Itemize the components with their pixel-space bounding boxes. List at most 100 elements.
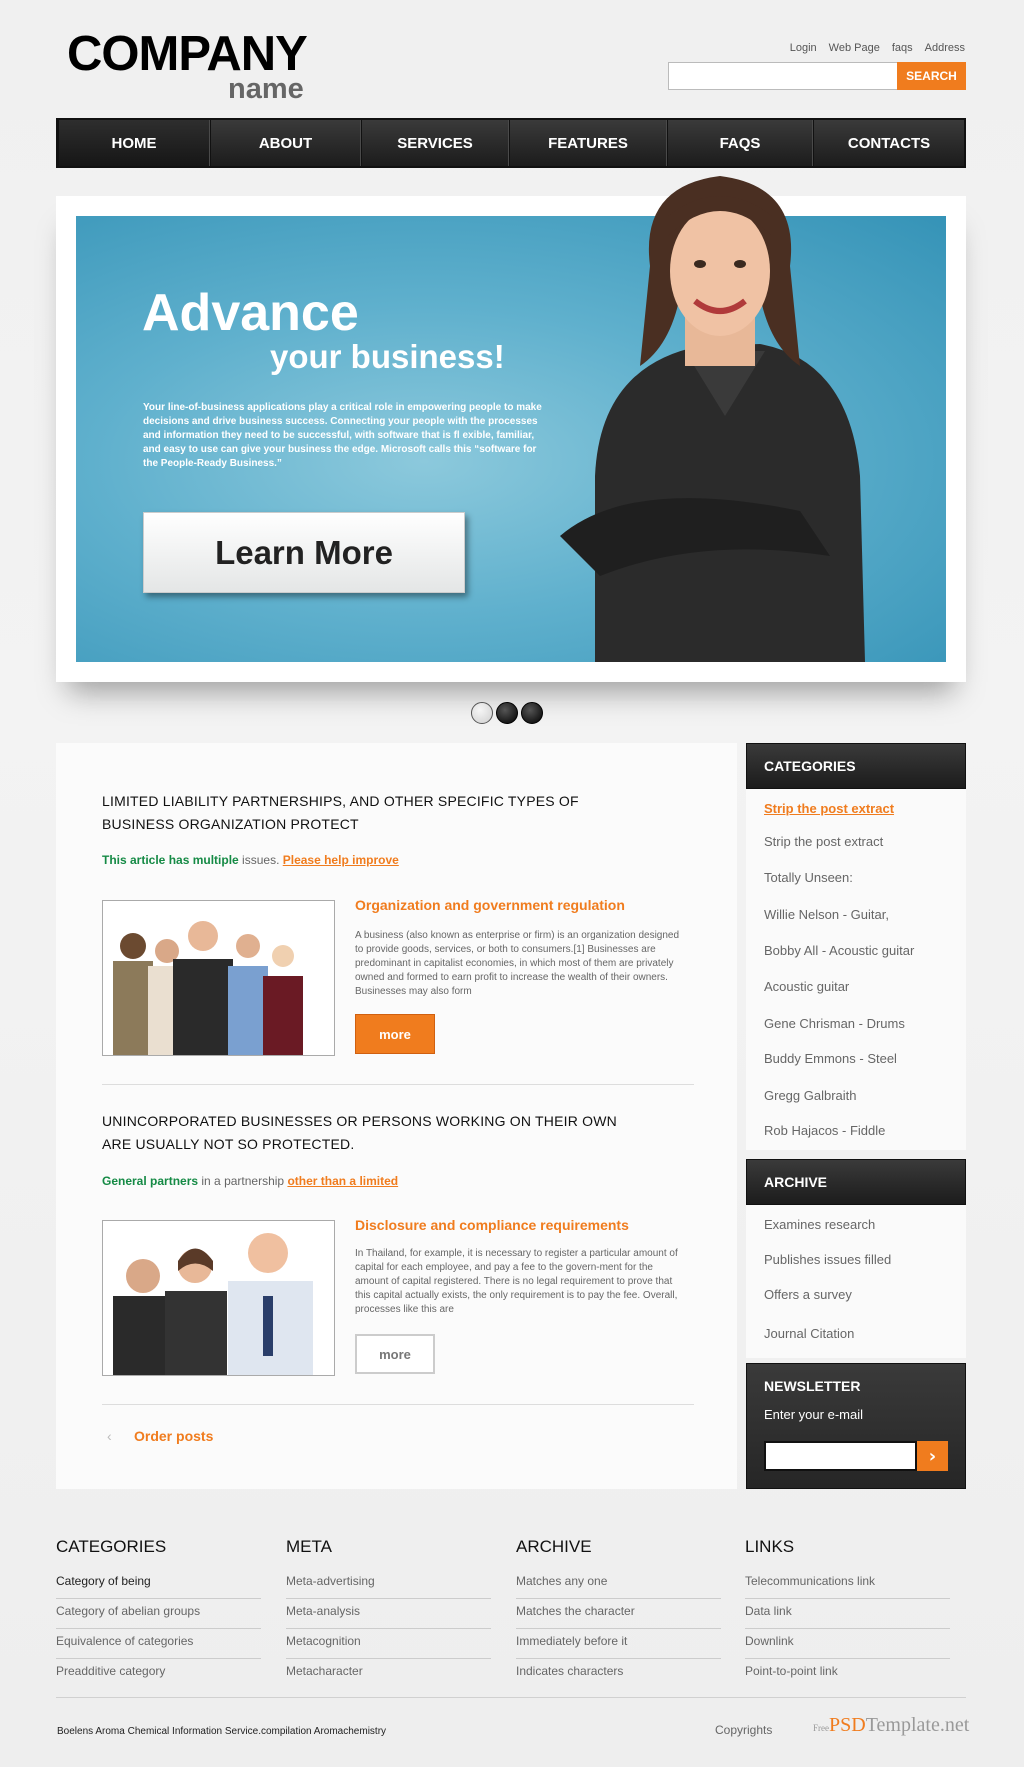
footer-link[interactable]: Meta-analysis (286, 1599, 491, 1629)
sidebar-category-item[interactable]: Buddy Emmons - Steel (764, 1051, 897, 1066)
footer-column-links: LINKS Telecommunications link Data link … (745, 1537, 950, 1689)
slider-dot-2[interactable] (496, 702, 518, 724)
footer-link[interactable]: Category of abelian groups (56, 1599, 261, 1629)
footer-link[interactable]: Downlink (745, 1629, 950, 1659)
newsletter-submit-arrow-icon[interactable]: › (917, 1441, 948, 1471)
footer-heading: META (286, 1537, 332, 1556)
article-2-meta: General partners in a partnership other … (102, 1174, 398, 1188)
footer-heading: ARCHIVE (516, 1537, 592, 1556)
article-2-text: In Thailand, for example, it is necessar… (355, 1248, 678, 1315)
sidebar-category-item[interactable]: Rob Hajacos - Fiddle (764, 1123, 885, 1138)
top-link-address[interactable]: Address (925, 42, 965, 54)
logo-name[interactable]: name (228, 73, 304, 106)
top-link-faqs[interactable]: faqs (892, 42, 913, 54)
article-2-title[interactable]: Disclosure and compliance requirements (355, 1217, 629, 1233)
hero-text: Your line-of-business applications play … (143, 402, 542, 469)
footer-column-categories: CATEGORIES Category of being Category of… (56, 1537, 261, 1689)
business-trio-photo (103, 1221, 334, 1375)
nav-home[interactable]: HOME (58, 120, 210, 166)
nav-about[interactable]: ABOUT (210, 120, 361, 166)
footer-link[interactable]: Indicates characters (516, 1659, 721, 1689)
slider-dot-1[interactable] (471, 702, 493, 724)
article-divider (102, 1084, 694, 1085)
sidebar-category-item[interactable]: Gene Chrisman - Drums (764, 1016, 905, 1031)
businesswoman-image (560, 176, 865, 662)
sidebar-archive-header: ARCHIVE (746, 1159, 966, 1205)
footer-link[interactable]: Equivalence of categories (56, 1629, 261, 1659)
footer-copy-text: Boelens Aroma Chemical Information Servi… (57, 1726, 387, 1737)
sidebar-category-item[interactable]: Acoustic guitar (764, 979, 849, 994)
sidebar-archive-item[interactable]: Journal Citation (764, 1326, 854, 1341)
footer-link[interactable]: Point-to-point link (745, 1659, 950, 1689)
top-link-login[interactable]: Login (790, 42, 817, 54)
footer-link[interactable]: Matches any one (516, 1569, 721, 1599)
article-1-meta-green: This article has multiple (102, 853, 239, 867)
sidebar-category-item[interactable]: Strip the post extract (764, 834, 883, 849)
article-1-image[interactable] (102, 900, 335, 1056)
sidebar-archive-item[interactable]: Examines research (764, 1217, 875, 1232)
footer-link[interactable]: Data link (745, 1599, 950, 1629)
footer-brand-prefix: Free (813, 1723, 829, 1733)
top-link-web-page[interactable]: Web Page (829, 42, 880, 54)
footer-link[interactable]: Metacognition (286, 1629, 491, 1659)
article-2-heading: UNINCORPORATED BUSINESSES OR PERSONS WOR… (102, 1110, 617, 1156)
sidebar-archive-item[interactable]: Publishes issues filled (764, 1252, 891, 1267)
footer-divider (56, 1697, 966, 1698)
newsletter-email-input[interactable] (764, 1441, 917, 1471)
sidebar-category-item[interactable]: Totally Unseen: (764, 870, 853, 885)
article-1-meta-link[interactable]: Please help improve (283, 853, 399, 867)
order-posts-link[interactable]: Order posts (134, 1428, 213, 1444)
sidebar-category-item[interactable]: Strip the post extract (764, 801, 894, 816)
sidebar-categories-list: Strip the post extract Strip the post ex… (746, 789, 966, 1150)
footer-heading: LINKS (745, 1537, 795, 1556)
footer-link[interactable]: Preadditive category (56, 1659, 261, 1689)
sidebar-category-item[interactable]: Willie Nelson - Guitar, (764, 907, 889, 922)
article-1-meta-grey: issues. (238, 853, 283, 867)
article-1-more-button[interactable]: more (355, 1014, 435, 1054)
prev-arrow-icon[interactable]: ‹ (107, 1428, 112, 1444)
learn-more-button[interactable]: Learn More (143, 512, 465, 593)
footer-link[interactable]: Telecommunications link (745, 1569, 950, 1599)
business-team-photo (103, 901, 334, 1055)
article-1-meta: This article has multiple issues. Please… (102, 853, 399, 867)
footer-link[interactable]: Metacharacter (286, 1659, 491, 1689)
newsletter-label: Enter your e-mail (764, 1407, 863, 1422)
footer-link[interactable]: Meta-advertising (286, 1569, 491, 1599)
sidebar-category-item[interactable]: Bobby All - Acoustic guitar (764, 943, 914, 958)
article-1-heading-line2: BUSINESS ORGANIZATION PROTECT (102, 816, 359, 832)
search-button[interactable]: SEARCH (897, 62, 966, 90)
article-2-meta-link[interactable]: other than a limited (287, 1174, 398, 1188)
search-input[interactable] (668, 62, 898, 90)
footer-link[interactable]: Category of being (56, 1569, 261, 1599)
sidebar-archive-list: Examines research Publishes issues fille… (746, 1205, 966, 1358)
article-2-meta-green: General partners (102, 1174, 199, 1188)
nav-contacts[interactable]: CONTACTS (813, 120, 964, 166)
article-2-heading-line2: ARE USUALLY NOT SO PROTECTED. (102, 1136, 355, 1152)
article-2-heading-line1: UNINCORPORATED BUSINESSES OR PERSONS WOR… (102, 1113, 617, 1129)
sidebar-categories-header: CATEGORIES (746, 743, 966, 789)
sidebar-archive-item[interactable]: Offers a survey (764, 1287, 852, 1302)
article-1-heading-line1: LIMITED LIABILITY PARTNERSHIPS, AND OTHE… (102, 793, 579, 809)
main-nav: HOME ABOUT SERVICES FEATURES FAQS CONTAC… (56, 118, 966, 168)
article-2-meta-grey: in a partnership (198, 1174, 288, 1188)
sidebar-category-item[interactable]: Gregg Galbraith (764, 1088, 857, 1103)
footer-link[interactable]: Matches the character (516, 1599, 721, 1629)
article-2-image[interactable] (102, 1220, 335, 1376)
footer-heading: CATEGORIES (56, 1537, 167, 1556)
hero-title: Advance (142, 284, 359, 342)
nav-features[interactable]: FEATURES (509, 120, 667, 166)
slider-dot-3[interactable] (521, 702, 543, 724)
article-1-title[interactable]: Organization and government regulation (355, 897, 625, 913)
footer-brand-rest: Template.net (865, 1714, 970, 1736)
article-1-text: A business (also known as enterprise or … (355, 930, 680, 997)
newsletter-title: NEWSLETTER (764, 1378, 861, 1394)
nav-faqs[interactable]: FAQS (667, 120, 813, 166)
slider-dots (471, 702, 543, 724)
nav-services[interactable]: SERVICES (361, 120, 509, 166)
footer-brand-logo[interactable]: FreePSDTemplate.net (813, 1714, 969, 1737)
newsletter-box: NEWSLETTER Enter your e-mail › (746, 1363, 966, 1489)
footer-brand-psd: PSD (829, 1714, 866, 1736)
article-2-more-button[interactable]: more (355, 1334, 435, 1374)
footer-link[interactable]: Immediately before it (516, 1629, 721, 1659)
article-divider (102, 1404, 694, 1405)
